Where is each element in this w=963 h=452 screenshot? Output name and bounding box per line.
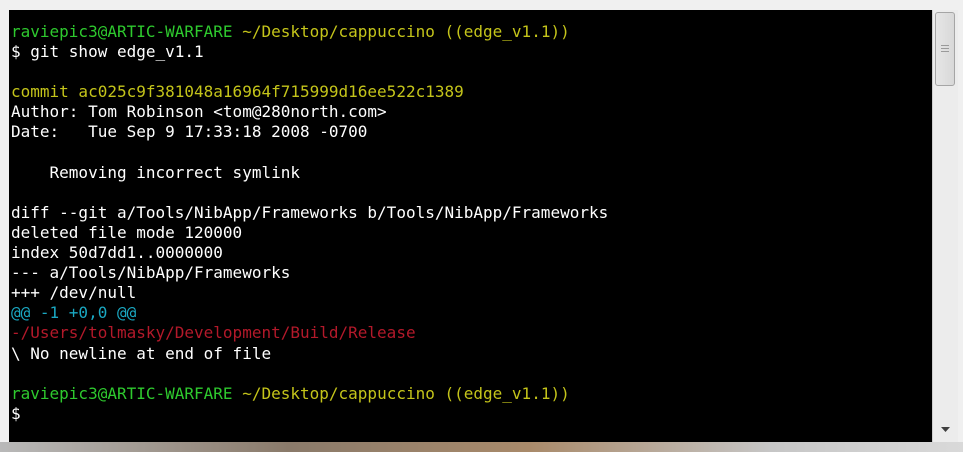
scroll-down-arrow-icon [940,427,950,432]
terminal-line: index 50d7dd1..0000000 [9,243,932,263]
terminal-text-segment: commit ac025c9f381048a16964f715999d16ee5… [11,82,464,102]
terminal-line: raviepic3@ARTIC-WARFARE ~/Desktop/cappuc… [9,22,932,42]
terminal-text-segment: Removing incorrect symlink [11,162,300,182]
terminal-text-segment: $ [11,403,21,423]
scroll-thumb-grip-icon [941,48,949,49]
scroll-thumb-grip-icon [941,51,949,52]
terminal-text-segment: Author: Tom Robinson <tom@280north.com> [11,102,387,122]
terminal-text-segment: index 50d7dd1..0000000 [11,243,223,263]
terminal-line: Removing incorrect symlink [9,163,932,183]
terminal-text-segment: deleted file mode 120000 [11,222,243,242]
terminal-text-segment: --- a/Tools/NibApp/Frameworks [11,263,291,283]
terminal-text-segment: \ No newline at end of file [11,343,272,363]
terminal-text-segment: -/Users/tolmasky/Development/Build/Relea… [11,323,416,343]
terminal-line: commit ac025c9f381048a16964f715999d16ee5… [9,82,932,102]
terminal-line: @@ -1 +0,0 @@ [9,303,932,323]
terminal-line: raviepic3@ARTIC-WARFARE ~/Desktop/cappuc… [9,384,932,404]
taskbar-strip [0,442,963,452]
terminal-text-segment: diff --git a/Tools/NibApp/Frameworks b/T… [11,202,609,222]
terminal-text-segment: Date: Tue Sep 9 17:33:18 2008 -0700 [11,122,368,142]
terminal-text-segment: ~/Desktop/cappuccino ((edge_v1.1)) [242,383,570,403]
terminal-text-segment: raviepic3@ARTIC-WARFARE [11,22,233,41]
terminal-text-segment: ~/Desktop/cappuccino ((edge_v1.1)) [242,22,570,41]
terminal-window: raviepic3@ARTIC-WARFARE ~/Desktop/cappuc… [0,0,963,452]
terminal-output[interactable]: raviepic3@ARTIC-WARFARE ~/Desktop/cappuc… [9,10,932,442]
terminal-line: Date: Tue Sep 9 17:33:18 2008 -0700 [9,122,932,142]
scroll-down-button[interactable] [935,421,955,439]
scroll-thumb[interactable] [935,12,955,86]
terminal-text-segment: raviepic3@ARTIC-WARFARE [11,383,233,403]
terminal-text-segment: +++ /dev/null [11,283,137,303]
terminal-line: diff --git a/Tools/NibApp/Frameworks b/T… [9,203,932,223]
terminal-line: +++ /dev/null [9,283,932,303]
terminal-line: --- a/Tools/NibApp/Frameworks [9,263,932,283]
vertical-scrollbar[interactable] [932,10,958,442]
terminal-text-segment: @@ -1 +0,0 @@ [11,303,137,323]
terminal-line: $ git show edge_v1.1 [9,42,932,62]
terminal-line: deleted file mode 120000 [9,223,932,243]
terminal-line: -/Users/tolmasky/Development/Build/Relea… [9,323,932,343]
scroll-thumb-grip-icon [941,45,949,46]
terminal-text-segment: $ git show edge_v1.1 [11,42,204,62]
terminal-line: \ No newline at end of file [9,344,932,364]
terminal-line: $ [9,404,932,424]
terminal-line: Author: Tom Robinson <tom@280north.com> [9,102,932,122]
